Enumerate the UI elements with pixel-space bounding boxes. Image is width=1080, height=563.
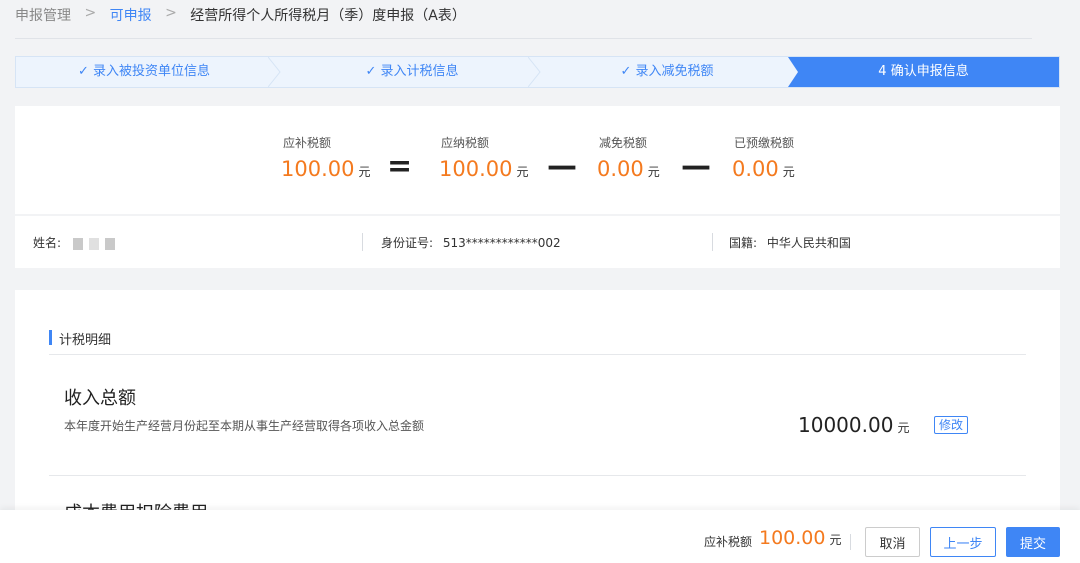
tax-detail-section: 计税明细 收入总额 本年度开始生产经营月份起至本期从事生产经营取得各项收入总金额…	[15, 290, 1060, 512]
tax-summary-panel: 应补税额 100.00 元 = 应纳税额 100.00 元 — 减免税额 0.00 元…	[15, 106, 1060, 214]
check-icon: ✓	[78, 64, 89, 79]
step-2[interactable]: ✓ 录入计税信息	[282, 57, 542, 87]
step-1[interactable]: ✓ 录入被投资单位信息	[16, 57, 272, 87]
header-divider	[15, 38, 1032, 39]
step-label: 录入被投资单位信息	[92, 64, 210, 79]
equals-icon: =	[387, 149, 413, 184]
unit: 元	[647, 165, 660, 179]
divider	[712, 233, 713, 251]
step-label: 4 确认申报信息	[878, 64, 969, 79]
page-title: 经营所得个人所得税月（季）度申报（A表）	[190, 8, 466, 24]
unit: 元	[516, 165, 529, 179]
breadcrumb-link[interactable]: 可申报	[110, 5, 152, 25]
divider	[49, 354, 1026, 355]
relief-tax: 减免税额 0.00 元	[597, 134, 660, 181]
minus-icon: —	[681, 149, 711, 184]
breadcrumb-separator-icon: >	[84, 5, 97, 21]
step-label: 录入减免税额	[635, 64, 714, 79]
income-title: 收入总额	[64, 388, 136, 409]
nation-label: 国籍:	[729, 236, 758, 250]
prepaid-tax: 已预缴税额 0.00 元	[732, 134, 795, 181]
payable-tax: 应补税额 100.00 元	[281, 134, 371, 181]
step-divider-icon	[528, 57, 541, 87]
prepaid-label: 已预缴税额	[734, 136, 795, 150]
payable-value: 100.00	[281, 157, 355, 181]
step-label: 录入计税信息	[380, 64, 459, 79]
due-label: 应纳税额	[441, 136, 490, 150]
breadcrumb: 申报管理 > 可申报 > 经营所得个人所得税月（季）度申报（A表）	[0, 0, 1080, 40]
breadcrumb-separator-icon: >	[165, 5, 177, 21]
divider	[362, 233, 363, 251]
step-4-active[interactable]: 4 确认申报信息	[788, 57, 1059, 87]
income-amount: 10000.00 元	[798, 413, 909, 437]
unit: 元	[358, 165, 371, 179]
id-label: 身份证号:	[381, 236, 434, 250]
footer-payable-label: 应补税额	[704, 535, 753, 549]
footer-bar: 应补税额 100.00 元 取消 上一步 提交	[0, 510, 1080, 563]
cancel-button[interactable]: 取消	[865, 527, 920, 557]
payable-label: 应补税额	[283, 136, 332, 150]
unit: 元	[897, 421, 910, 435]
redacted-name	[72, 236, 121, 250]
income-value: 10000.00	[798, 413, 894, 437]
breadcrumb-root[interactable]: 申报管理	[15, 5, 71, 25]
relief-value: 0.00	[597, 157, 644, 181]
due-value: 100.00	[439, 157, 513, 181]
taxpayer-info: 姓名: 身份证号: 513************002 国籍: 中华人民共和国	[15, 216, 1060, 268]
prepaid-value: 0.00	[732, 157, 779, 181]
footer-payable-value: 100.00	[759, 527, 826, 549]
nation-value: 中华人民共和国	[766, 236, 851, 250]
relief-label: 减免税额	[599, 136, 648, 150]
name-field: 姓名:	[33, 234, 121, 251]
due-tax: 应纳税额 100.00 元	[439, 134, 529, 181]
step-bar: ✓ 录入被投资单位信息 ✓ 录入计税信息 ✓ 录入减免税额 4 确认申报信息	[15, 56, 1060, 88]
check-icon: ✓	[365, 64, 377, 79]
check-icon: ✓	[620, 64, 632, 79]
section-title: 计税明细	[49, 329, 111, 348]
previous-step-button[interactable]: 上一步	[930, 527, 996, 557]
unit: 元	[829, 533, 842, 547]
name-label: 姓名:	[33, 236, 62, 250]
edit-button[interactable]: 修改	[934, 416, 969, 434]
footer-payable-amount: 100.00 元	[759, 527, 842, 549]
divider	[49, 475, 1026, 476]
minus-icon: —	[547, 149, 577, 184]
submit-button[interactable]: 提交	[1006, 527, 1060, 557]
step-divider-icon	[268, 57, 281, 87]
unit: 元	[782, 165, 795, 179]
id-value: 513************002	[442, 236, 561, 250]
income-description: 本年度开始生产经营月份起至本期从事生产经营取得各项收入总金额	[64, 419, 425, 433]
nationality-field: 国籍: 中华人民共和国	[729, 234, 851, 251]
step-3[interactable]: ✓ 录入减免税额	[542, 57, 792, 87]
divider	[850, 534, 851, 550]
id-number-field: 身份证号: 513************002	[381, 234, 561, 251]
